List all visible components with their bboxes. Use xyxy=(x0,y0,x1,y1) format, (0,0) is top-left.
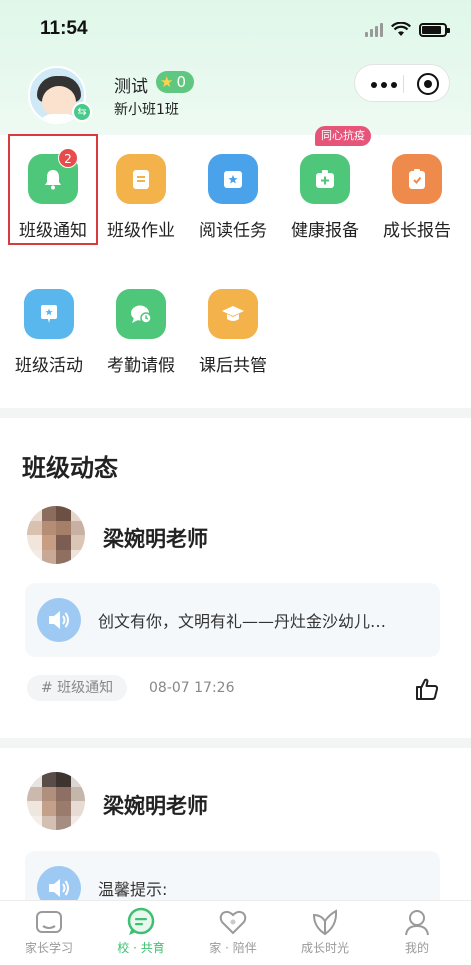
homework-icon xyxy=(116,154,166,204)
tile-label: 课后共管 xyxy=(199,356,267,376)
anti-epidemic-tag: 同心抗疫 xyxy=(315,126,371,146)
thumbs-up-icon[interactable] xyxy=(414,676,440,702)
status-bar: 11:54 xyxy=(0,0,471,62)
signal-icon xyxy=(365,22,383,37)
leaf-icon xyxy=(310,907,340,937)
feed-title: 班级动态 xyxy=(22,454,118,482)
tile-label: 成长报告 xyxy=(383,221,451,241)
bottom-tab-bar: 家长学习 校 · 共育 家 · 陪伴 成长时光 我的 xyxy=(0,900,471,965)
medical-kit-icon xyxy=(300,154,350,204)
heart-icon xyxy=(218,907,248,937)
tile-class-activity[interactable]: 班级活动 xyxy=(3,289,95,376)
user-name: 测试 xyxy=(114,77,148,97)
teacher-name[interactable]: 梁婉明老师 xyxy=(103,523,208,553)
activity-icon xyxy=(24,289,74,339)
wifi-icon xyxy=(391,22,411,36)
tile-label: 班级通知 xyxy=(19,221,87,241)
points-badge: ★ 0 xyxy=(156,71,194,93)
tab-label: 校 · 共育 xyxy=(117,941,165,955)
tab-school-coedu[interactable]: 校 · 共育 xyxy=(94,901,188,956)
tab-label: 成长时光 xyxy=(300,941,349,955)
post-tag-chip[interactable]: # 班级通知 xyxy=(27,675,128,701)
tile-reading-task[interactable]: 阅读任务 xyxy=(187,154,279,241)
swap-icon[interactable]: ⇆ xyxy=(72,102,92,122)
classroom-icon xyxy=(34,907,64,937)
tile-health-report[interactable]: 健康报备 xyxy=(279,154,371,241)
post-content-text: 创文有你，文明有礼——丹灶金沙幼儿… xyxy=(98,612,387,631)
points-count: 0 xyxy=(176,73,186,91)
tile-attendance-leave[interactable]: 考勤请假 xyxy=(95,289,187,376)
tab-parent-learning[interactable]: 家长学习 xyxy=(2,901,96,956)
tile-label: 考勤请假 xyxy=(107,356,175,376)
notification-count-badge: 2 xyxy=(58,148,78,168)
reading-icon xyxy=(208,154,258,204)
tile-after-school[interactable]: 课后共管 xyxy=(187,289,279,376)
status-icons xyxy=(365,22,450,37)
tile-growth-report[interactable]: 成长报告 xyxy=(371,154,463,241)
teacher-name[interactable]: 梁婉明老师 xyxy=(103,790,208,820)
class-name: 新小班1班 xyxy=(114,102,179,118)
tab-label: 我的 xyxy=(404,941,429,955)
battery-icon xyxy=(419,22,450,37)
teacher-avatar[interactable] xyxy=(27,772,85,830)
tab-label: 家长学习 xyxy=(24,941,73,955)
speaker-icon[interactable] xyxy=(37,598,81,642)
tab-label: 家 · 陪伴 xyxy=(209,941,257,955)
teacher-avatar[interactable] xyxy=(27,506,85,564)
tab-mine[interactable]: 我的 xyxy=(370,901,464,956)
more-icon[interactable] xyxy=(371,82,397,88)
tile-homework[interactable]: 班级作业 xyxy=(95,154,187,241)
section-divider xyxy=(0,738,471,748)
tile-label: 健康报备 xyxy=(291,221,359,241)
star-icon: ★ xyxy=(160,73,174,91)
tile-label: 阅读任务 xyxy=(199,221,267,241)
chat-clock-icon xyxy=(116,289,166,339)
miniprogram-capsule xyxy=(354,64,450,102)
tile-label: 班级活动 xyxy=(15,356,83,376)
user-icon xyxy=(402,907,432,937)
clipboard-icon xyxy=(392,154,442,204)
tile-class-notice[interactable]: 班级通知 xyxy=(7,154,99,241)
chat-bubble-icon xyxy=(126,907,156,937)
graduation-cap-icon xyxy=(208,289,258,339)
post-content-text: 温馨提示: xyxy=(98,880,168,899)
tile-label: 班级作业 xyxy=(107,221,175,241)
post-content-card[interactable]: 创文有你，文明有礼——丹灶金沙幼儿… xyxy=(25,583,440,657)
tab-growth-time[interactable]: 成长时光 xyxy=(278,901,372,956)
status-time: 11:54 xyxy=(40,18,88,39)
post-time: 08-07 17:26 xyxy=(149,680,235,696)
close-target-icon[interactable] xyxy=(417,73,439,95)
section-divider xyxy=(0,408,471,418)
tab-home-company[interactable]: 家 · 陪伴 xyxy=(186,901,280,956)
